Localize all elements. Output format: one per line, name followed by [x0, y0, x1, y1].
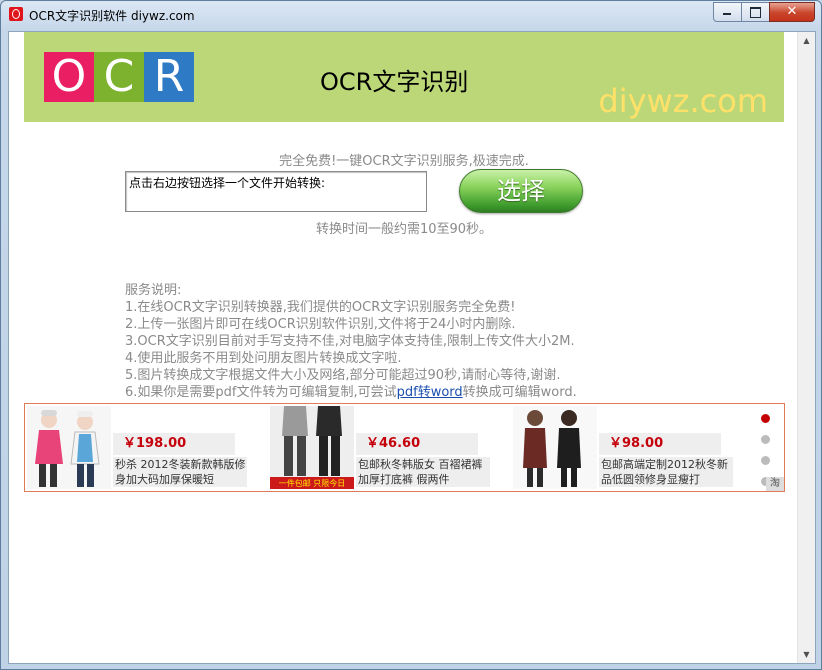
pdf-to-word-link[interactable]: pdf转word: [397, 385, 463, 400]
app-logo-icon: [9, 7, 23, 21]
scroll-up-arrow-icon[interactable]: ▲: [798, 32, 815, 49]
note-line: 2.上传一张图片即可在线OCR识别软件识别,文件将于24小时内删除.: [125, 317, 516, 332]
ad-description: 包邮高端定制2012秋冬新品低圆领修身显瘦打: [599, 457, 733, 487]
ocr-logo: O C R: [44, 52, 194, 102]
ad-description: 包邮秋冬韩版女 百褶裙裤 加厚打底裤 假两件: [356, 457, 490, 487]
minimize-button[interactable]: [713, 2, 742, 22]
title-bar[interactable]: OCR文字识别软件 diywz.com ✕: [1, 1, 821, 29]
note-line-6-end: 转换成可编辑word.: [462, 385, 577, 400]
taobao-icon[interactable]: 淘: [766, 477, 784, 491]
ad-badge: 一件包邮 只限今日: [279, 478, 346, 488]
ad-price: ￥98.00: [599, 433, 721, 455]
site-name: diywz.com: [598, 82, 768, 120]
note-line: 3.OCR文字识别目前对手写支持不佳,对电脑字体支持佳,限制上传文件大小2M.: [125, 334, 575, 349]
close-icon: ✕: [786, 4, 798, 19]
minimize-icon: [723, 13, 731, 15]
notes-heading: 服务说明:: [125, 283, 182, 298]
scroll-down-arrow-icon[interactable]: ▼: [798, 646, 815, 663]
carousel-dot[interactable]: [761, 435, 770, 444]
window-title: OCR文字识别软件 diywz.com: [29, 9, 195, 23]
maximize-button[interactable]: [741, 2, 770, 22]
ad-price: ￥198.00: [113, 433, 235, 455]
ad-strip: ￥198.00 秒杀 2012冬装新款韩版修身加大码加厚保暖短 一件包邮 只限今…: [24, 403, 785, 492]
ad-product-image: [513, 406, 597, 489]
note-line-6: 6.如果你是需要pdf文件转为可编辑复制,可尝试pdf转word转换成可编辑wo…: [125, 384, 577, 401]
banner: O C R OCR文字识别 diywz.com: [24, 32, 784, 122]
note-line: 5.图片转换成文字根据文件大小及网络,部分可能超过90秒,请耐心等待,谢谢.: [125, 368, 561, 383]
note-line: 4.使用此服务不用到处问朋友图片转换成文字啦.: [125, 351, 402, 366]
ad-product-image: [27, 406, 111, 489]
vertical-scrollbar[interactable]: ▲ ▼: [797, 32, 815, 663]
carousel-dot[interactable]: [761, 456, 770, 465]
close-button[interactable]: ✕: [769, 2, 815, 22]
select-file-button[interactable]: 选择: [459, 169, 583, 213]
content-area: O C R OCR文字识别 diywz.com 完全免费!一键OCR文字识别服务…: [8, 31, 816, 664]
service-notes: 服务说明: 1.在线OCR文字识别转换器,我们提供的OCR文字识别服务完全免费!…: [125, 282, 577, 401]
ad-price: ￥46.60: [356, 433, 478, 455]
note-line-6-start: 6.如果你是需要pdf文件转为可编辑复制,可尝试: [125, 385, 397, 400]
ad-description: 秒杀 2012冬装新款韩版修身加大码加厚保暖短: [113, 457, 247, 487]
maximize-icon: [750, 7, 761, 18]
time-note: 转换时间一般约需10至90秒。: [315, 222, 493, 237]
ad-product-image: 一件包邮 只限今日: [270, 406, 354, 489]
logo-letter-c: C: [94, 52, 144, 102]
logo-letter-r: R: [144, 52, 194, 102]
carousel-dot-active[interactable]: [761, 414, 770, 423]
window-controls: ✕: [713, 2, 815, 22]
app-window: OCR文字识别软件 diywz.com ✕ O C R OCR文字识别 diyw…: [0, 0, 822, 670]
logo-letter-o: O: [44, 52, 94, 102]
subtitle: 完全免费!一键OCR文字识别服务,极速完成.: [279, 154, 529, 169]
banner-title: OCR文字识别: [320, 68, 469, 96]
file-path-field[interactable]: 点击右边按钮选择一个文件开始转换:: [125, 171, 427, 212]
note-line: 1.在线OCR文字识别转换器,我们提供的OCR文字识别服务完全免费!: [125, 300, 516, 315]
